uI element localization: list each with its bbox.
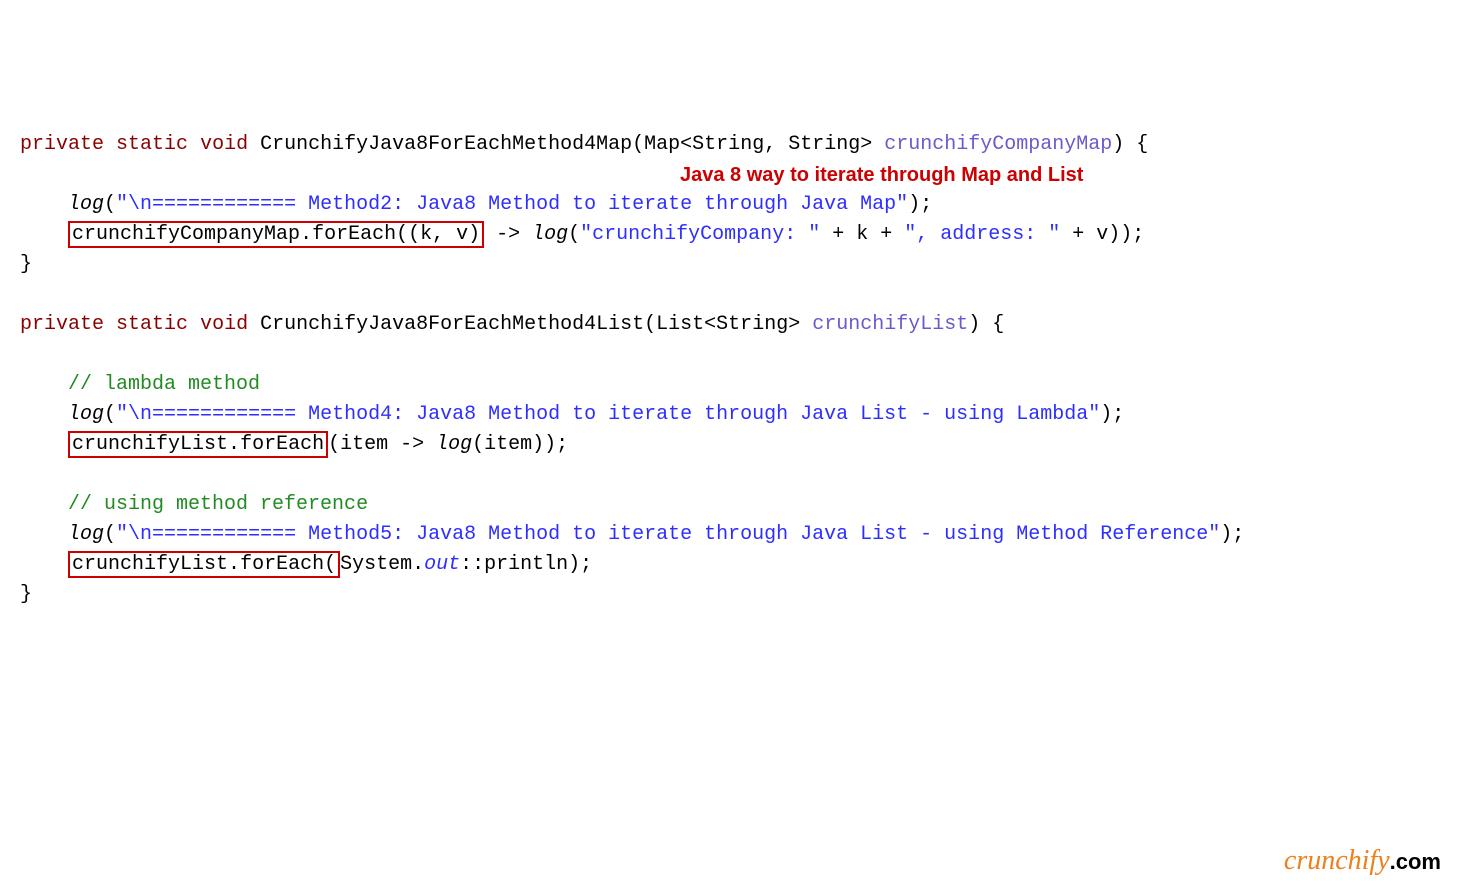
paren-l: ( [104,523,116,546]
indent [20,553,68,576]
indent [20,403,68,426]
log-call: log [68,523,104,546]
log-call: log [68,403,104,426]
method-name: CrunchifyJava8ForEachMethod4Map [260,133,632,156]
foreach-call: forEach( [240,553,336,576]
keyword-static: static [116,133,188,156]
string-literal: "\n============ Method2: Java8 Method to… [116,193,908,216]
keyword-void: void [200,313,248,336]
keyword-private: private [20,133,104,156]
string-literal: "crunchifyCompany: " [580,223,820,246]
space [872,133,884,156]
keyword-static: static [116,313,188,336]
indent [20,523,68,546]
comment: // lambda method [68,373,260,396]
paren-r: ); [908,193,932,216]
highlight-foreach-list2: crunchifyList.forEach( [68,551,340,578]
paren-l: ( [644,313,656,336]
paren-r: ); [1220,523,1244,546]
brace-close: } [20,583,32,606]
brand-domain: .com [1390,849,1441,874]
system-class: System. [340,553,424,576]
space [800,313,812,336]
param-name: crunchifyCompanyMap [884,133,1112,156]
indent [20,493,68,516]
dot: . [228,433,240,456]
var-ref: crunchifyCompanyMap [72,223,300,246]
highlight-foreach-list1: crunchifyList.forEach [68,431,328,458]
brand-name: crunchify [1284,845,1390,876]
paren-l: ( [104,403,116,426]
paren-r: ) { [968,313,1004,336]
string-literal: "\n============ Method5: Java8 Method to… [116,523,1220,546]
string-literal: "\n============ Method4: Java8 Method to… [116,403,1100,426]
paren-l: ( [104,193,116,216]
paren-r: ) { [1112,133,1148,156]
var-ref: crunchifyList [72,553,228,576]
param-type: Map<String, String> [644,133,872,156]
log-call: log [532,223,568,246]
string-literal: ", address: " [904,223,1060,246]
keyword-void: void [200,133,248,156]
var-ref: crunchifyList [72,433,228,456]
indent [20,193,68,216]
log-call: log [68,193,104,216]
indent [20,373,68,396]
log-call: log [436,433,472,456]
out-field: out [424,553,460,576]
paren-l: ( [568,223,580,246]
watermark: crunchify.com [1284,840,1441,882]
annotation-text: Java 8 way to iterate through Map and Li… [680,160,1083,190]
highlight-foreach-map: crunchifyCompanyMap.forEach((k, v) [68,221,484,248]
param-name: crunchifyList [812,313,968,336]
brace-close: } [20,253,32,276]
paren-l: ( [632,133,644,156]
lambda-arrow: (item -> [328,433,436,456]
paren: (item)); [472,433,568,456]
dot: . [300,223,312,246]
param-type: List<String> [656,313,800,336]
indent [20,223,68,246]
method-name: CrunchifyJava8ForEachMethod4List [260,313,644,336]
plus-op: + k + [820,223,904,246]
plus-op: + v)); [1060,223,1144,246]
dot: . [228,553,240,576]
code-block: private static void CrunchifyJava8ForEac… [20,130,1446,610]
indent [20,433,68,456]
foreach-call: forEach((k, v) [312,223,480,246]
foreach-call: forEach [240,433,324,456]
paren-r: ); [1100,403,1124,426]
method-ref: ::println); [460,553,592,576]
keyword-private: private [20,313,104,336]
arrow: -> [484,223,532,246]
comment: // using method reference [68,493,368,516]
